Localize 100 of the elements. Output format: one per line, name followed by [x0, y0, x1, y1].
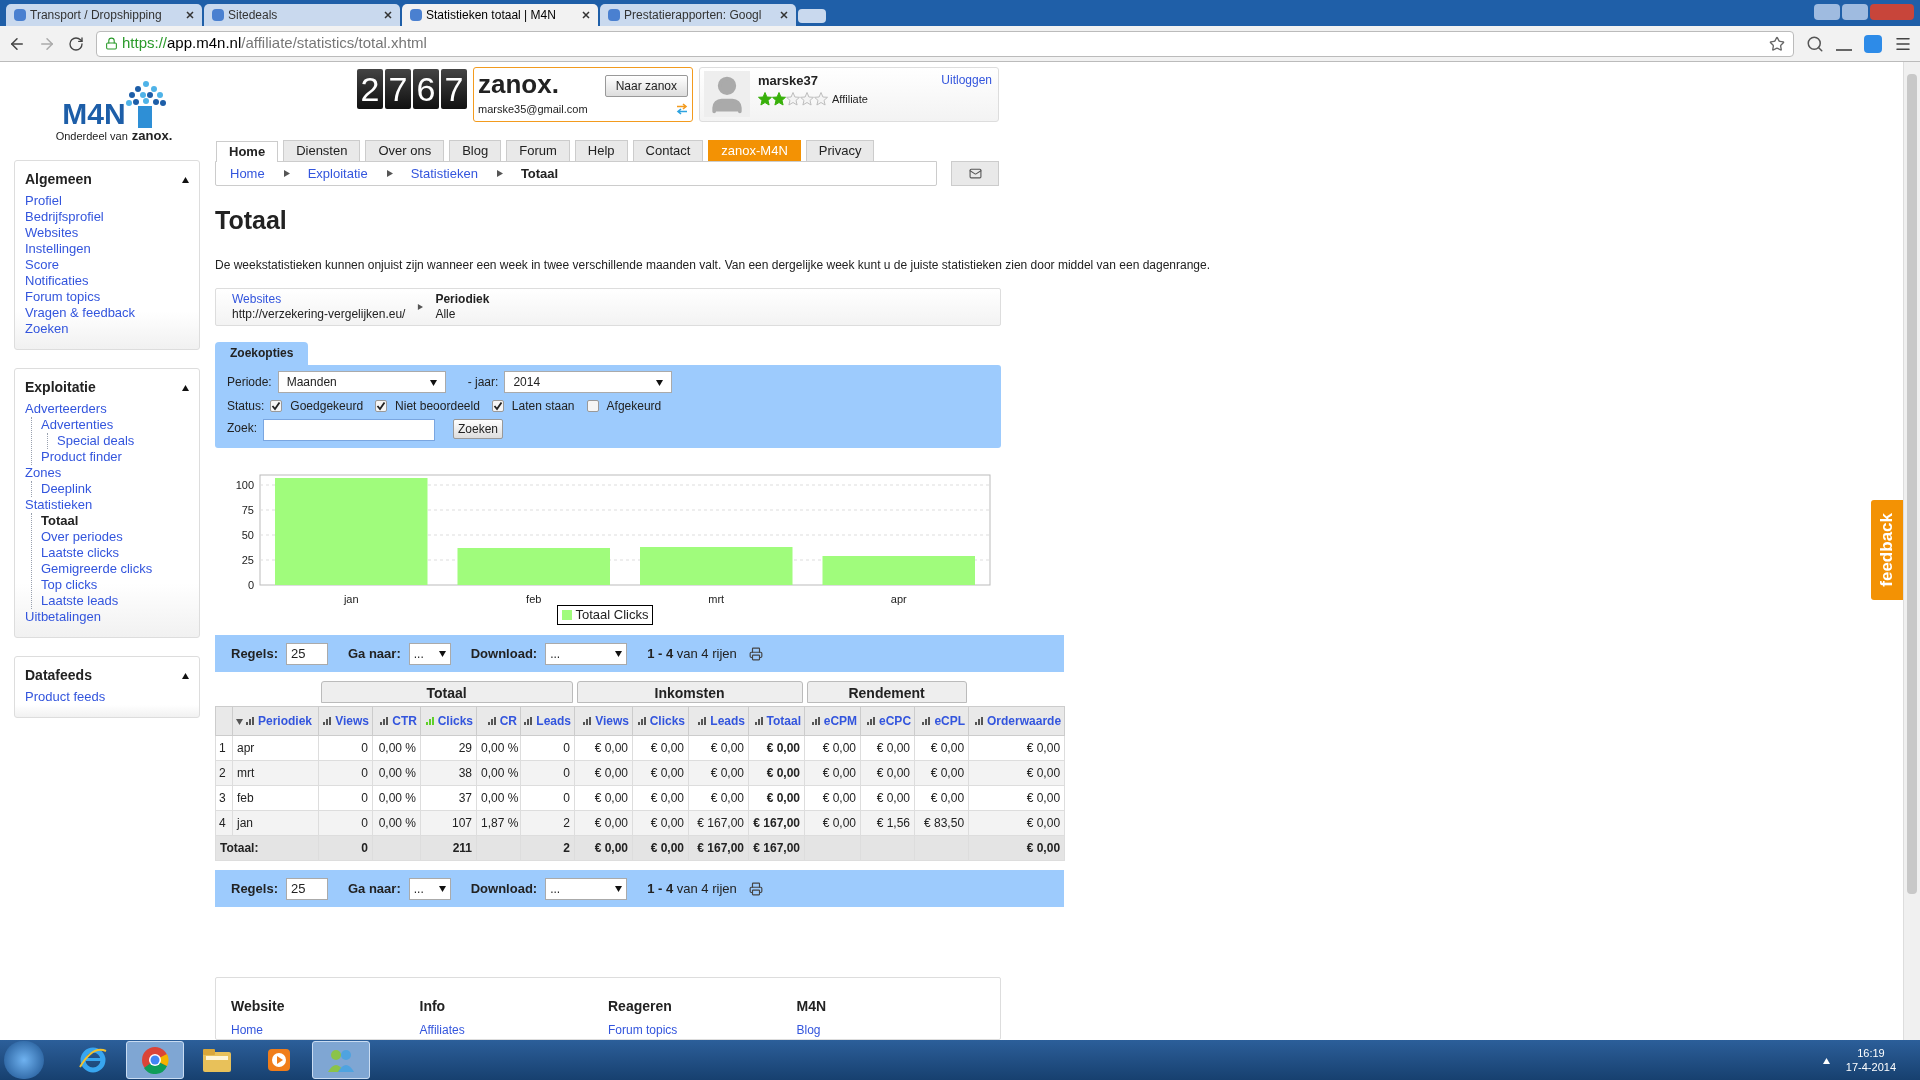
search-field[interactable]: [263, 419, 435, 441]
print-icon[interactable]: [748, 646, 763, 661]
sidebar-link[interactable]: Statistieken: [25, 496, 189, 513]
footer-link[interactable]: Forum topics: [608, 1021, 797, 1039]
bookmark-star-icon[interactable]: [1769, 35, 1785, 52]
sidebar-link[interactable]: Zoeken: [25, 320, 189, 337]
column-header[interactable]: Periodiek: [232, 706, 319, 736]
download-select[interactable]: ...: [545, 877, 628, 900]
sidebar-link[interactable]: Vragen & feedback: [25, 304, 189, 321]
search-icon[interactable]: [1806, 34, 1824, 53]
breadcrumb-link[interactable]: Exploitatie: [307, 163, 368, 184]
sidebar-link[interactable]: Advertenties: [41, 416, 189, 433]
sidebar-link[interactable]: Laatste clicks: [41, 544, 189, 561]
close-icon[interactable]: [186, 11, 194, 19]
search-button[interactable]: Zoeken: [453, 419, 504, 439]
sidebar-link[interactable]: Adverteerders: [25, 400, 189, 417]
nav-tab[interactable]: Blog: [449, 140, 502, 161]
address-field[interactable]: https://app.m4n.nl/affiliate/statistics/total.xhtml: [96, 30, 1794, 57]
extension-icon[interactable]: [1864, 34, 1882, 53]
sidebar-link[interactable]: Gemigreerde clicks: [41, 560, 189, 577]
table-cell: 1,87 %: [476, 810, 521, 836]
start-button[interactable]: [4, 1041, 44, 1079]
status-checkbox[interactable]: [491, 400, 504, 412]
status-checkbox[interactable]: [270, 400, 283, 412]
column-header[interactable]: eCPM: [804, 706, 861, 736]
column-header[interactable]: CTR: [372, 706, 421, 736]
sidebar-link[interactable]: Deeplink: [41, 480, 189, 497]
rows-field[interactable]: 25: [285, 877, 328, 900]
sidebar-link[interactable]: Laatste leads: [41, 592, 189, 609]
sidebar-link[interactable]: Totaal: [41, 512, 189, 529]
browser-tab[interactable]: Statistieken totaal | M4N: [402, 4, 598, 26]
reload-icon[interactable]: [68, 35, 84, 52]
sidebar-link[interactable]: Instellingen: [25, 240, 189, 257]
year-select[interactable]: 2014: [504, 371, 673, 393]
logout-link[interactable]: Uitloggen: [941, 71, 992, 89]
sidebar-link[interactable]: Profiel: [25, 192, 189, 209]
goto-select[interactable]: ...: [408, 877, 451, 900]
counter-digit: 7: [441, 69, 467, 109]
column-header[interactable]: Clicks: [420, 706, 477, 736]
nav-tab[interactable]: Privacy: [805, 140, 875, 161]
tray-arrow-icon[interactable]: [1822, 1056, 1830, 1064]
close-icon[interactable]: [780, 11, 788, 19]
scrollbar[interactable]: [1903, 62, 1920, 1040]
collapse-caret-icon[interactable]: [182, 383, 189, 391]
column-header[interactable]: Clicks: [632, 706, 689, 736]
download-select[interactable]: ...: [545, 642, 628, 665]
search-options-tab[interactable]: Zoekopties: [215, 342, 309, 365]
print-icon[interactable]: [748, 881, 763, 896]
breadcrumb-link[interactable]: Home: [230, 163, 265, 184]
column-header[interactable]: Views: [574, 706, 633, 736]
status-checkbox[interactable]: [586, 400, 599, 412]
goto-label: Ga naar:: [347, 644, 401, 663]
new-tab-button[interactable]: [798, 9, 826, 23]
nav-tab[interactable]: Contact: [632, 140, 704, 161]
column-header[interactable]: eCPL: [914, 706, 969, 736]
collapse-caret-icon[interactable]: [182, 175, 189, 183]
nav-tab[interactable]: Forum: [506, 140, 570, 161]
mail-button[interactable]: [951, 161, 999, 186]
column-header[interactable]: Leads: [688, 706, 749, 736]
sidebar-link[interactable]: Websites: [25, 224, 189, 241]
column-header[interactable]: Totaal: [748, 706, 805, 736]
nav-tab[interactable]: Home: [216, 141, 279, 162]
goto-select[interactable]: ...: [408, 642, 451, 665]
browser-tab[interactable]: Transport / Dropshipping: [6, 4, 202, 26]
sidebar-link[interactable]: Uitbetalingen: [25, 608, 189, 625]
rows-field[interactable]: 25: [285, 642, 328, 665]
column-header[interactable]: Views: [318, 706, 373, 736]
dropdown-caret-icon: [615, 885, 623, 892]
sidebar-link[interactable]: Product feeds: [25, 688, 189, 705]
total-cell: € 0,00: [968, 835, 1065, 861]
footer-link[interactable]: Affiliates: [419, 1021, 608, 1039]
browser-tab[interactable]: Prestatierapporten: Googl: [600, 4, 796, 26]
browser-tab[interactable]: Sitedeals: [204, 4, 400, 26]
period-select[interactable]: Maanden: [277, 371, 446, 393]
footer-link[interactable]: Blog: [796, 1021, 985, 1039]
column-header[interactable]: CR: [476, 706, 521, 736]
close-icon[interactable]: [582, 11, 590, 19]
filter-link[interactable]: Websites: [232, 291, 406, 307]
sidebar-link[interactable]: Bedrijfsprofiel: [25, 208, 189, 225]
collapse-caret-icon[interactable]: [182, 671, 189, 679]
footer-link[interactable]: Home: [231, 1021, 420, 1039]
column-header[interactable]: Orderwaarde: [968, 706, 1065, 736]
column-header[interactable]: Leads: [520, 706, 575, 736]
sidebar-link[interactable]: Over periodes: [41, 528, 189, 545]
sidebar-link[interactable]: Top clicks: [41, 576, 189, 593]
close-icon[interactable]: [384, 11, 392, 19]
nav-tab[interactable]: Diensten: [283, 140, 361, 161]
swap-arrows-icon[interactable]: [676, 103, 688, 116]
nav-tab[interactable]: Over ons: [365, 140, 445, 161]
sidebar-link[interactable]: Special deals: [57, 432, 189, 449]
naar-zanox-button[interactable]: Naar zanox: [604, 75, 688, 97]
sidebar-link[interactable]: Notificaties: [25, 272, 189, 289]
sidebar-link[interactable]: Product finder: [41, 448, 189, 465]
sidebar-link[interactable]: Forum topics: [25, 288, 189, 305]
column-header[interactable]: eCPC: [860, 706, 915, 736]
sidebar-link[interactable]: Score: [25, 256, 189, 273]
sidebar-link[interactable]: Zones: [25, 464, 189, 481]
nav-tab[interactable]: Help: [574, 140, 628, 161]
status-checkbox[interactable]: [375, 400, 388, 412]
breadcrumb-link[interactable]: Statistieken: [410, 163, 478, 184]
